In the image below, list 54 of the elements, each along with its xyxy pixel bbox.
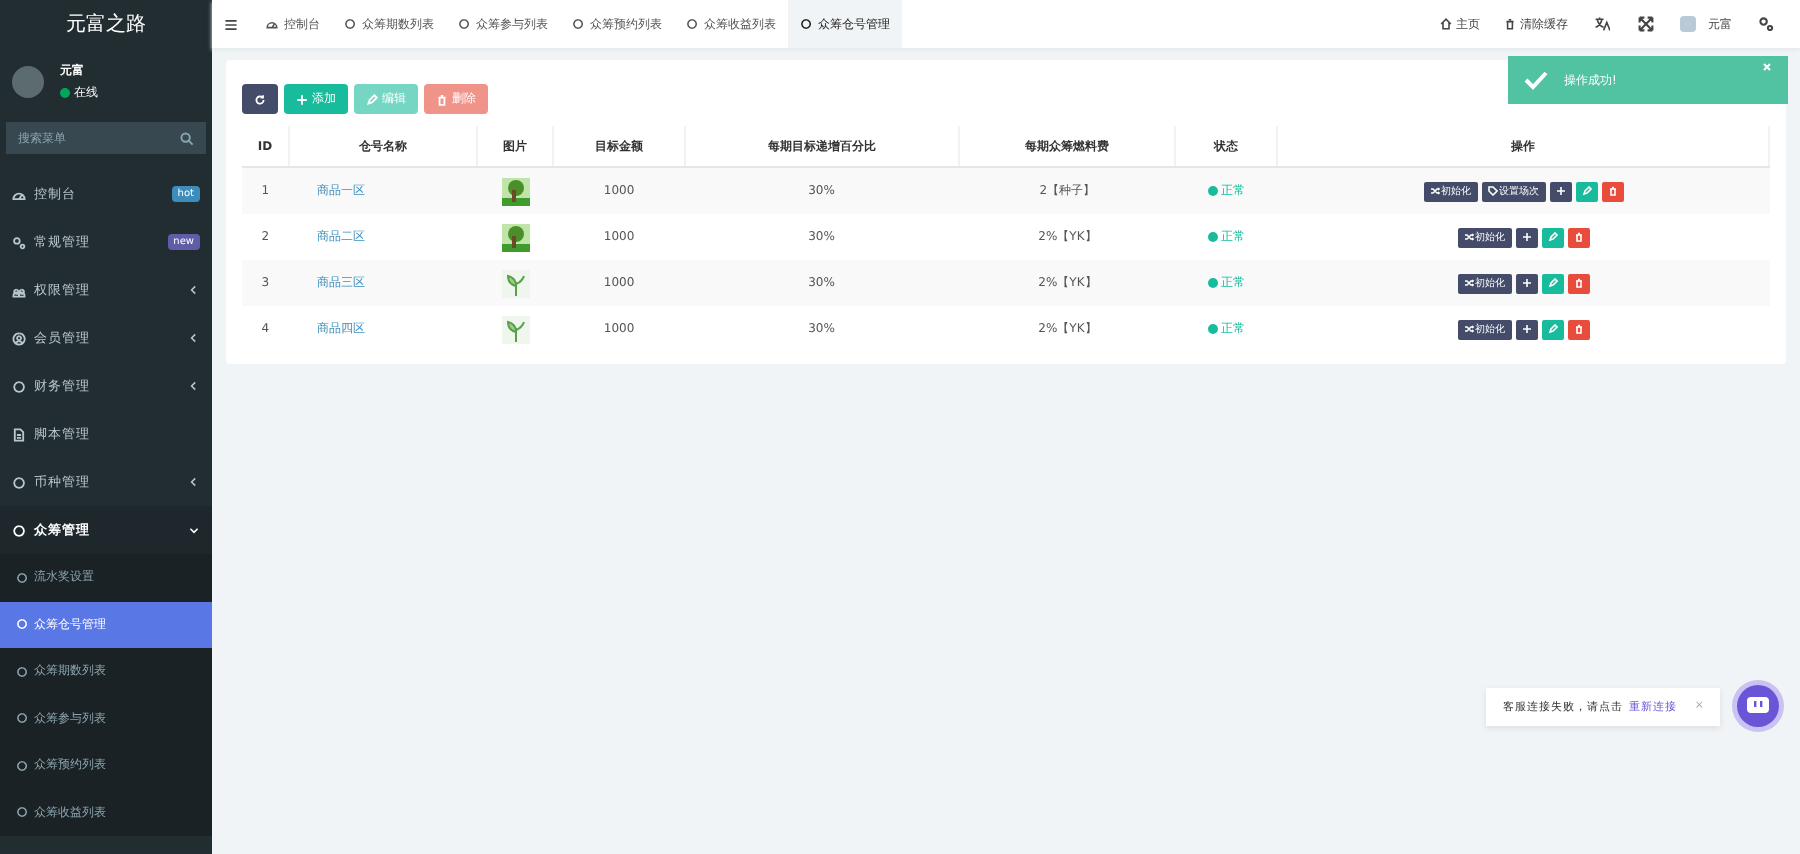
sprout-thumbnail	[501, 269, 530, 297]
gears-icon	[12, 235, 26, 249]
refresh-button[interactable]	[242, 84, 278, 114]
pencil-icon	[366, 93, 378, 105]
plus-icon	[1555, 186, 1566, 196]
delete-button[interactable]	[1601, 181, 1624, 201]
plus-icon	[1521, 324, 1532, 334]
chevron-icon	[188, 332, 200, 344]
delete-button[interactable]	[1567, 227, 1590, 247]
translate-icon[interactable]	[1594, 16, 1610, 32]
users-icon	[12, 283, 26, 297]
tree-thumbnail	[501, 223, 530, 251]
add-button[interactable]	[1549, 181, 1572, 201]
pencil-icon	[1547, 278, 1558, 288]
trash-icon	[1573, 278, 1584, 288]
chevron-icon	[188, 284, 200, 296]
add-button[interactable]	[1515, 319, 1538, 339]
document-icon	[12, 427, 26, 441]
refresh-icon	[254, 93, 266, 105]
pencil-icon	[1547, 232, 1558, 242]
settings-icon[interactable]	[1758, 16, 1774, 32]
trash-icon	[1607, 186, 1618, 196]
plus-icon	[296, 93, 308, 105]
tag-icon	[1487, 186, 1498, 196]
gauge-icon	[266, 18, 278, 30]
shuffle-icon	[1463, 278, 1474, 288]
chevron-icon	[188, 380, 200, 392]
fullscreen-icon[interactable]	[1638, 16, 1654, 32]
trash-icon	[436, 93, 448, 105]
shuffle-icon	[1463, 324, 1474, 334]
avatar-icon	[12, 66, 44, 98]
plus-icon	[1521, 232, 1532, 242]
chevron-icon	[188, 476, 200, 488]
gauge-icon	[12, 187, 26, 201]
sprout-thumbnail	[501, 315, 530, 343]
chat-icon[interactable]	[1732, 680, 1784, 732]
chevron-icon	[188, 524, 200, 536]
plus-icon	[1521, 278, 1532, 288]
delete-button[interactable]	[1567, 273, 1590, 293]
delete-button[interactable]	[1567, 319, 1590, 339]
shuffle-icon	[1463, 232, 1474, 242]
shuffle-icon	[1429, 186, 1440, 196]
menu-icon[interactable]	[224, 17, 238, 31]
trash-icon	[1573, 232, 1584, 242]
add-button[interactable]	[1515, 227, 1538, 247]
trash-icon	[1504, 18, 1516, 30]
search-icon	[180, 131, 194, 145]
home-icon	[1440, 18, 1452, 30]
trash-icon	[1573, 324, 1584, 334]
add-button[interactable]	[1515, 273, 1538, 293]
pencil-icon	[1581, 186, 1592, 196]
pencil-icon	[1547, 324, 1558, 334]
check-icon	[1524, 70, 1548, 90]
tree-thumbnail	[501, 177, 530, 205]
